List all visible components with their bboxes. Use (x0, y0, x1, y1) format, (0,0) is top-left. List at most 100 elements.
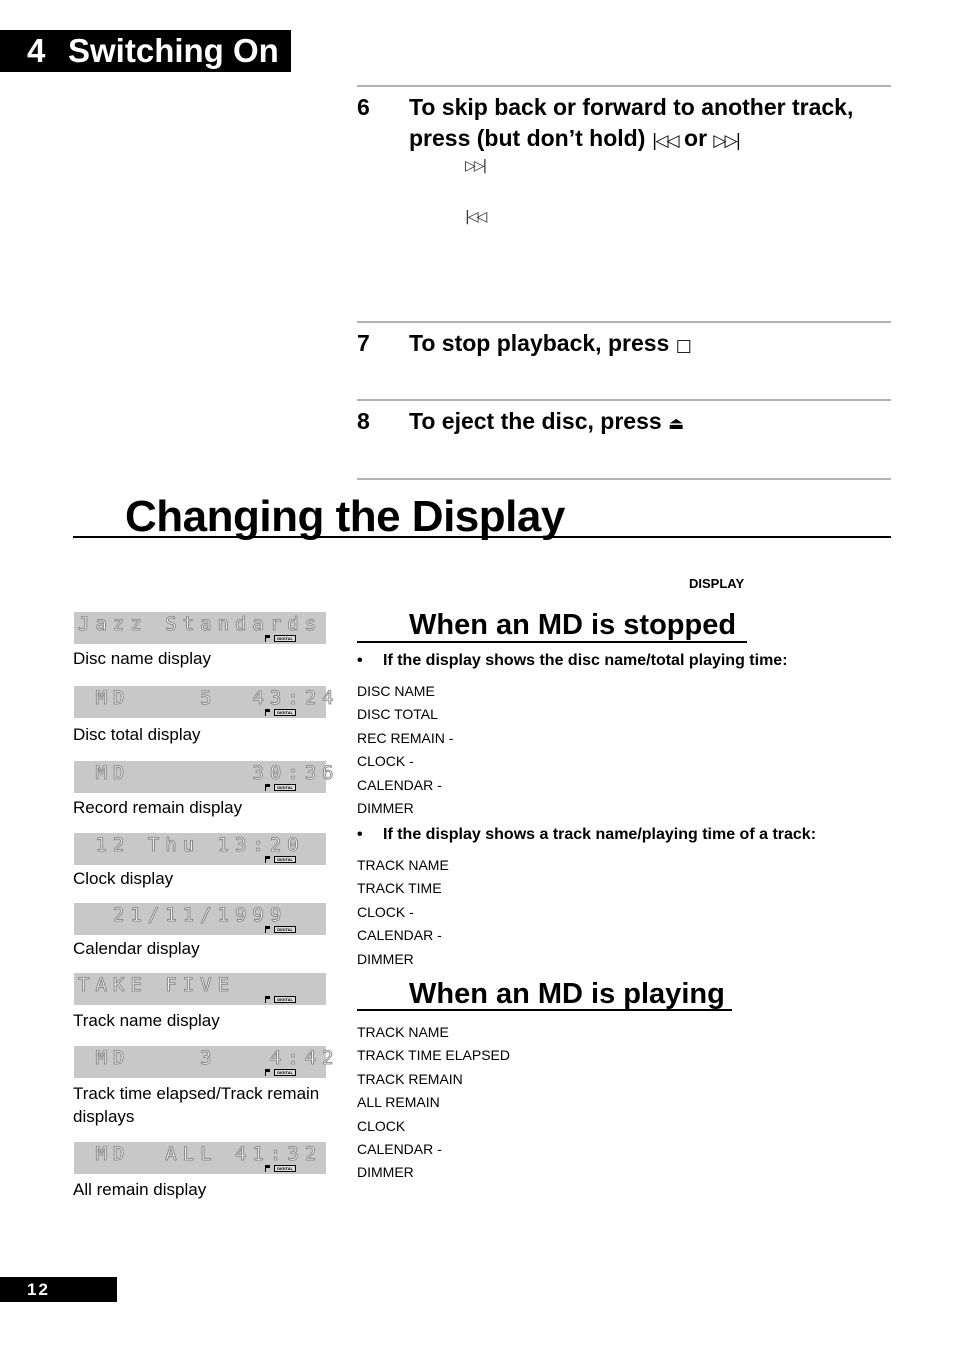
previous-track-icon: |◁◁ (651, 131, 680, 151)
eject-icon: ⏏ (668, 414, 684, 434)
lcd-display: Jazz Standards DIGITAL (74, 612, 326, 644)
lcd-text: TAKE FIVE (78, 974, 235, 997)
playing-title: When an MD is playing (409, 978, 725, 1010)
sequence-item: CALENDAR - (357, 776, 442, 793)
lcd-text: MD 5 43:24 (78, 687, 340, 710)
step-instruction: To skip back or forward to another track… (409, 94, 854, 151)
step-number: 7 (357, 330, 370, 356)
next-track-icon: ▷▷| (465, 158, 487, 174)
digital-badge: DIGITAL (274, 635, 296, 642)
previous-track-icon: |◁◁ (465, 209, 487, 225)
flag-icon (265, 709, 271, 716)
divider (357, 478, 891, 480)
sequence-item: TRACK NAME (357, 857, 449, 873)
digital-indicator: DIGITAL (265, 709, 296, 716)
step-number: 8 (357, 408, 370, 434)
lcd-display: MD 5 43:24 DIGITAL (74, 686, 334, 718)
digital-badge: DIGITAL (274, 784, 296, 791)
lcd-caption: All remain display (73, 1180, 207, 1199)
sequence-item: DISC NAME (357, 683, 435, 699)
digital-indicator: DIGITAL (265, 1165, 296, 1172)
flag-icon (265, 1069, 271, 1076)
flag-icon (265, 926, 271, 933)
lcd-display: MD 30:36 DIGITAL (74, 761, 334, 793)
step-instruction: To eject the disc, press (409, 408, 662, 434)
flag-icon (265, 996, 271, 1003)
divider (357, 321, 891, 323)
digital-indicator: DIGITAL (265, 996, 296, 1003)
sequence-item: TRACK TIME ELAPSED (357, 1047, 511, 1064)
digital-indicator: DIGITAL (265, 926, 296, 933)
step-6: 6 To skip back or forward to another tra… (357, 92, 891, 156)
divider (357, 399, 891, 401)
sequence-item: CLOCK - (357, 753, 414, 770)
flag-icon (265, 1165, 271, 1172)
lcd-display: TAKE FIVE DIGITAL (74, 973, 326, 1005)
sequence-item: DIMMER (357, 1164, 414, 1181)
step-number: 6 (357, 94, 370, 120)
page-number-bar: 12 (0, 1277, 117, 1302)
next-track-icon: ▷▷| (713, 131, 741, 151)
chapter-header: 4 Switching On (0, 30, 291, 72)
lcd-caption: Track time elapsed/Track remain displays (73, 1084, 320, 1126)
digital-indicator: DIGITAL (265, 856, 296, 863)
step-text: To stop playback, press □ (409, 328, 899, 362)
section-title: Changing the Display (125, 492, 565, 541)
flag-icon (265, 784, 271, 791)
sequence-item: DIMMER (357, 950, 414, 967)
lcd-caption: Track name display (73, 1011, 220, 1030)
lcd-display: 12 Thu 13:20 DIGITAL (74, 833, 326, 865)
lcd-text: 21/11/1999 (78, 904, 288, 927)
lcd-caption: Calendar display (73, 939, 200, 958)
lcd-text: MD 30:36 (78, 762, 340, 785)
digital-badge: DIGITAL (274, 1165, 296, 1172)
sequence-item: CLOCK (357, 1117, 406, 1134)
page-number: 12 (27, 1280, 50, 1299)
lcd-display: MD ALL 41:32 DIGITAL (74, 1142, 326, 1174)
step-instruction: To stop playback, press (409, 330, 670, 356)
condition-text: If the display shows the disc name/total… (383, 652, 788, 669)
digital-badge: DIGITAL (274, 926, 296, 933)
display-button-label: DISPLAY (689, 576, 745, 591)
chapter-title: Switching On (68, 32, 279, 69)
digital-indicator: DIGITAL (265, 1069, 296, 1076)
lcd-caption: Clock display (73, 869, 174, 888)
lcd-text: Jazz Standards (78, 613, 323, 636)
digital-badge: DIGITAL (274, 856, 296, 863)
lcd-caption: Disc name display (73, 649, 211, 668)
step-8: 8 To eject the disc, press ⏏ (357, 406, 891, 438)
stopped-title: When an MD is stopped (409, 609, 737, 641)
sequence-item: TRACK REMAIN (357, 1070, 463, 1087)
lcd-caption: Disc total display (73, 725, 201, 744)
sequence-item: CLOCK - (357, 903, 414, 920)
section-rule (73, 536, 891, 538)
condition-text: If the display shows a track name/playin… (383, 826, 817, 843)
flag-icon (265, 856, 271, 863)
sequence-item: CALENDAR - (357, 1141, 442, 1157)
sequence-item: TRACK NAME (357, 1024, 449, 1040)
lcd-text: MD ALL 41:32 (78, 1143, 323, 1166)
step-joiner: or (684, 125, 708, 151)
digital-badge: DIGITAL (274, 1069, 296, 1076)
divider (357, 85, 891, 87)
step-text: To eject the disc, press ⏏ (409, 406, 899, 440)
lcd-display: 21/11/1999 DIGITAL (74, 903, 326, 935)
lcd-display: MD 3 4:42 DIGITAL (74, 1046, 334, 1078)
sequence-item: DISC TOTAL (357, 706, 438, 723)
digital-badge: DIGITAL (274, 996, 296, 1003)
digital-indicator: DIGITAL (265, 635, 296, 642)
chapter-number: 4 (27, 32, 46, 69)
bullet-icon: • (357, 652, 363, 669)
digital-badge: DIGITAL (274, 709, 296, 716)
sequence-item: DIMMER (357, 800, 414, 816)
bullet-icon: • (357, 826, 363, 843)
step-7: 7 To stop playback, press □ (357, 328, 891, 360)
sequence-item: REC REMAIN - (357, 729, 454, 746)
sequence-item: CALENDAR - (357, 927, 442, 944)
digital-indicator: DIGITAL (265, 784, 296, 791)
lcd-caption: Record remain display (73, 798, 243, 817)
lcd-text: MD 3 4:42 (78, 1047, 340, 1070)
sequence-item: ALL REMAIN (357, 1094, 440, 1111)
sequence-item: TRACK TIME (357, 880, 442, 897)
lcd-text: 12 Thu 13:20 (78, 834, 305, 857)
